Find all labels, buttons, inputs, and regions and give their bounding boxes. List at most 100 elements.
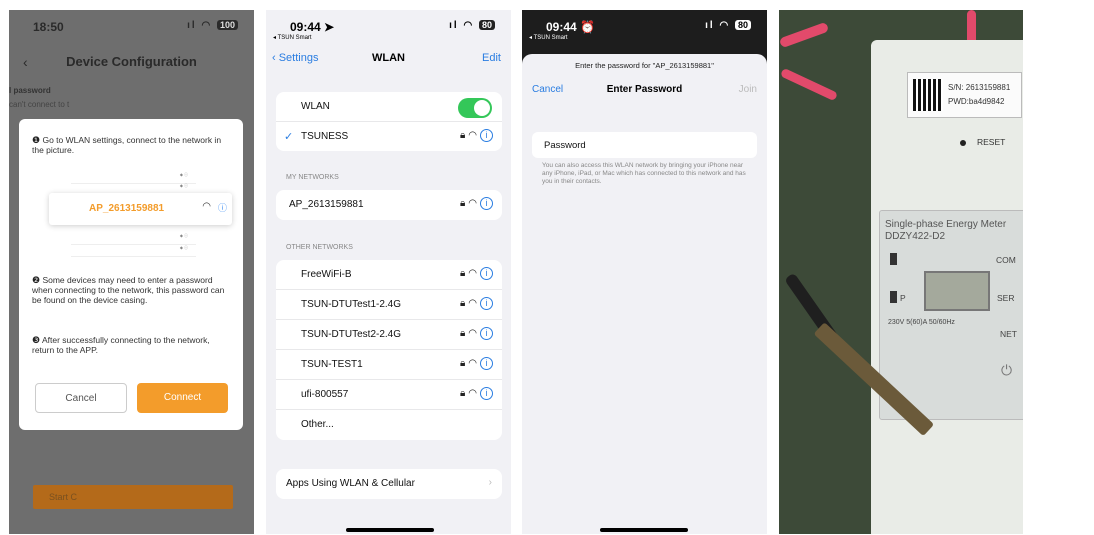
mini-row: ◆ ⓘ	[71, 233, 196, 245]
network-name: AP_2613159881	[289, 199, 364, 210]
energy-meter-photo: S/N: 2613159881 PWD:ba4d9842 RESET Singl…	[779, 10, 1023, 534]
mini-row: ◆ ⓘ	[71, 245, 196, 257]
status-time: 09:44 ➤	[290, 20, 335, 34]
network-icons: 🔒︎◠ i	[460, 267, 493, 280]
battery-icon: 80	[478, 20, 495, 30]
step-1-text: ❶ Go to WLAN settings, connect to the ne…	[32, 135, 232, 155]
ser-label: SER	[997, 293, 1015, 303]
status-time: 09:44 ⏰	[546, 20, 595, 34]
network-row[interactable]: TSUN-DTUTest2-2.4G 🔒︎◠ i	[276, 320, 502, 350]
network-row[interactable]: TSUN-DTUTest1-2.4G 🔒︎◠ i	[276, 290, 502, 320]
page-title: Device Configuration	[66, 54, 197, 69]
led-indicator	[890, 291, 897, 303]
step-2-text: ❷ Some devices may need to enter a passw…	[32, 275, 232, 305]
apps-using-wlan-row[interactable]: Apps Using WLAN & Cellular ›	[276, 469, 502, 499]
network-name: FreeWiFi-B	[301, 269, 352, 280]
back-to-app-link[interactable]: ◂ TSUN Smart	[273, 34, 312, 41]
info-icon[interactable]: i	[480, 387, 493, 400]
other-label: Other...	[301, 419, 334, 430]
com-label: COM	[996, 255, 1016, 265]
network-illustration: ◆ ⓘ ◆ ⓘ AP_2613159881 ◠ ⓘ ◆ ⓘ ◆ ⓘ	[41, 166, 232, 261]
edit-button[interactable]: Edit	[482, 52, 501, 64]
network-row[interactable]: FreeWiFi-B 🔒︎◠ i	[276, 260, 502, 290]
bg-hint-text: can't connect to t	[9, 100, 70, 109]
chevron-right-icon: ›	[488, 477, 492, 488]
network-name: TSUNESS	[301, 131, 349, 142]
bg-password-label: l password	[9, 86, 51, 95]
other-network-row[interactable]: Other...	[276, 410, 502, 440]
connect-dialog: ❶ Go to WLAN settings, connect to the ne…	[19, 119, 243, 430]
wlan-toggle[interactable]	[458, 98, 492, 118]
home-indicator	[600, 528, 688, 532]
step-2-label: Some devices may need to enter a passwor…	[32, 275, 225, 305]
wlan-label: WLAN	[301, 101, 330, 112]
password-field[interactable]: Password	[532, 132, 757, 158]
lcd-display	[924, 271, 990, 311]
nav-bar: WLAN ‹ Settings Edit	[266, 52, 511, 70]
network-row[interactable]: TSUN-TEST1 🔒︎◠ i	[276, 350, 502, 380]
step-1-label: Go to WLAN settings, connect to the netw…	[32, 135, 222, 155]
wlan-toggle-row: WLAN	[276, 92, 502, 122]
sheet-nav-bar: Enter Password Cancel Join	[522, 84, 767, 100]
network-card: AP_2613159881 ◠ ⓘ	[49, 193, 232, 225]
step-3-label: After successfully connecting to the net…	[32, 335, 210, 355]
network-row[interactable]: ufi-800557 🔒︎◠ i	[276, 380, 502, 410]
apps-row-label: Apps Using WLAN & Cellular	[286, 478, 415, 489]
step-3-text: ❸ After successfully connecting to the n…	[32, 335, 232, 355]
network-icons: 🔒︎◠ i	[460, 297, 493, 310]
info-icon[interactable]: i	[480, 129, 493, 142]
network-name: ufi-800557	[301, 389, 349, 400]
password-sheet: Enter the password for "AP_2613159881" E…	[522, 54, 767, 534]
network-name: TSUN-TEST1	[301, 359, 363, 370]
status-icons: ıl ◠ 100	[187, 20, 238, 31]
red-cable	[779, 21, 830, 49]
connected-network-row[interactable]: ✓ TSUNESS 🔒︎◠ i	[276, 122, 502, 152]
network-icons: 🔒︎◠ i	[460, 129, 493, 142]
meter-title: Single-phase Energy Meter	[885, 219, 1007, 230]
meter-spec: 230V 5(60)A 50/60Hz	[888, 319, 955, 326]
checkmark-icon: ✓	[284, 131, 294, 143]
net-label: NET	[1000, 329, 1017, 339]
status-bar: 18:50 ıl ◠ 100	[9, 20, 254, 40]
cancel-button[interactable]: Cancel	[532, 84, 563, 95]
back-icon[interactable]: ‹	[23, 54, 28, 70]
network-icons: 🔒︎◠ i	[460, 197, 493, 210]
battery-icon: 80	[734, 20, 751, 30]
serial-number: S/N: 2613159881	[948, 83, 1011, 92]
p-label: P	[900, 293, 906, 303]
network-name: TSUN-DTUTest1-2.4G	[301, 299, 402, 310]
start-button[interactable]: Start C	[33, 485, 233, 509]
red-cable	[779, 67, 839, 102]
connect-button[interactable]: Connect	[137, 383, 228, 413]
network-name: TSUN-DTUTest2-2.4G	[301, 329, 402, 340]
settings-back-button[interactable]: ‹ Settings	[272, 52, 318, 64]
network-icons: 🔒︎◠ i	[460, 357, 493, 370]
join-button[interactable]: Join	[739, 84, 757, 95]
wlan-settings-screenshot: 09:44 ➤ ıl ◠ 80 ◂ TSUN Smart WLAN ‹ Sett…	[266, 10, 511, 534]
info-icon[interactable]: i	[480, 197, 493, 210]
status-time: 18:50	[33, 20, 64, 34]
section-header: MY NETWORKS	[286, 174, 339, 181]
cancel-button[interactable]: Cancel	[35, 383, 127, 413]
my-networks-group: AP_2613159881 🔒︎◠ i	[276, 190, 502, 220]
meter-model: DDZY422-D2	[885, 231, 946, 242]
home-indicator	[346, 528, 434, 532]
wifi-icon: ◠	[202, 201, 211, 212]
step-3-bullet: ❸	[32, 335, 41, 345]
password-sharing-note: You can also access this WLAN network by…	[542, 162, 746, 185]
power-icon: ⏻	[1001, 362, 1013, 378]
apps-group: Apps Using WLAN & Cellular ›	[276, 469, 502, 499]
info-icon[interactable]: i	[480, 297, 493, 310]
serial-label: S/N: 2613159881 PWD:ba4d9842	[907, 72, 1022, 118]
device-password: PWD:ba4d9842	[948, 97, 1005, 106]
led-indicator	[890, 253, 897, 265]
info-icon[interactable]: i	[480, 357, 493, 370]
info-icon[interactable]: i	[480, 327, 493, 340]
network-name: AP_2613159881	[89, 203, 165, 214]
step-2-bullet: ❷	[32, 275, 41, 285]
battery-icon: 100	[216, 20, 238, 30]
network-row[interactable]: AP_2613159881 🔒︎◠ i	[276, 190, 502, 220]
status-icons: ıl ◠ 80	[449, 20, 495, 31]
back-to-app-link[interactable]: ◂ TSUN Smart	[529, 34, 568, 41]
info-icon[interactable]: i	[480, 267, 493, 280]
